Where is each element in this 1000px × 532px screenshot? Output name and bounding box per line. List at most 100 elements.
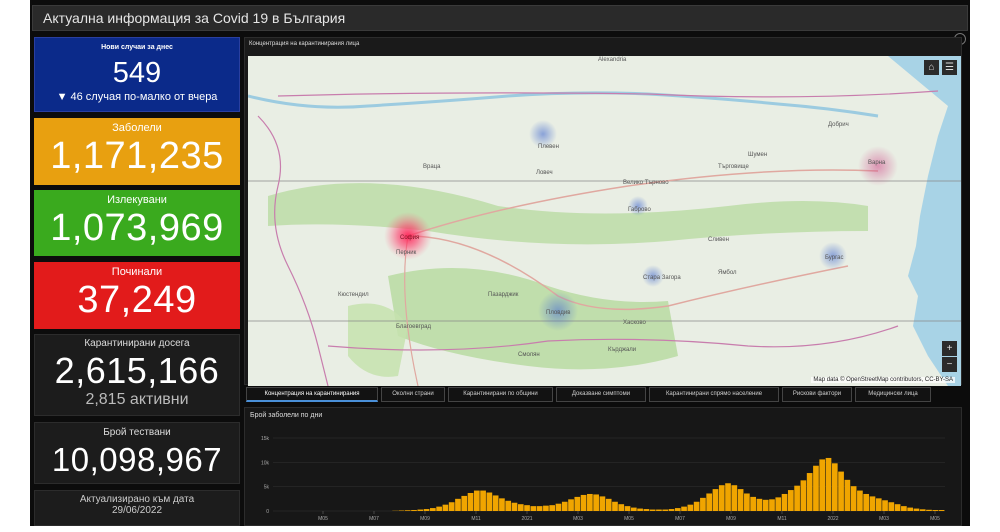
chart-bar[interactable] — [430, 508, 436, 511]
chart-bar[interactable] — [474, 491, 480, 511]
chart-bar[interactable] — [587, 494, 593, 511]
tab-quarantine-population[interactable]: Карантинирани спрямо население — [649, 387, 779, 402]
chart-bar[interactable] — [625, 506, 631, 511]
chart-bar[interactable] — [782, 494, 788, 511]
chart-bar[interactable] — [700, 498, 706, 511]
chart-bar[interactable] — [920, 509, 926, 511]
chart-bar[interactable] — [750, 497, 756, 511]
chart-bar[interactable] — [813, 466, 819, 511]
chart-bar[interactable] — [480, 491, 486, 511]
chart-bar[interactable] — [801, 480, 807, 511]
chart-bar[interactable] — [870, 496, 876, 511]
zoom-out-button[interactable]: − — [942, 357, 957, 372]
map-view[interactable]: Alexandria Враца Плевен Велико Търново В… — [248, 56, 961, 386]
chart-bar[interactable] — [845, 480, 851, 511]
chart-bar[interactable] — [675, 508, 681, 511]
tab-risk-factors[interactable]: Рискови фактори — [782, 387, 852, 402]
chart-bar[interactable] — [417, 510, 423, 511]
chart-bar[interactable] — [876, 498, 882, 511]
chart-bar[interactable] — [543, 506, 549, 511]
chart-bar[interactable] — [901, 506, 907, 511]
chart-bar[interactable] — [757, 499, 763, 511]
zoom-in-button[interactable]: + — [942, 341, 957, 356]
chart-bar[interactable] — [719, 485, 725, 511]
chart-bar[interactable] — [531, 506, 537, 511]
chart-bar[interactable] — [468, 493, 474, 511]
chart-bar[interactable] — [819, 459, 825, 511]
chart-bar[interactable] — [631, 508, 637, 511]
chart-bar[interactable] — [593, 494, 599, 511]
chart-bar[interactable] — [499, 498, 505, 511]
chart-bar[interactable] — [606, 499, 612, 511]
chart-bar[interactable] — [731, 485, 737, 511]
chart-bar[interactable] — [424, 509, 430, 511]
chart-bar[interactable] — [581, 495, 587, 511]
chart-bar[interactable] — [838, 472, 844, 511]
map-svg[interactable]: Alexandria Враца Плевен Велико Търново В… — [248, 56, 961, 386]
chart-bar[interactable] — [512, 503, 518, 511]
chart-bar[interactable] — [568, 499, 574, 511]
legend-button[interactable]: ☰ — [942, 60, 957, 75]
chart-bar[interactable] — [826, 458, 832, 511]
chart-bar[interactable] — [738, 489, 744, 511]
chart-bar[interactable] — [706, 493, 712, 511]
chart-bar[interactable] — [851, 486, 857, 511]
chart-bar[interactable] — [461, 496, 467, 511]
chart-bar[interactable] — [932, 510, 938, 511]
chart-bar[interactable] — [405, 510, 411, 511]
chart-bar[interactable] — [656, 510, 662, 511]
chart-bar[interactable] — [411, 510, 417, 511]
chart-bar[interactable] — [794, 486, 800, 511]
tab-quarantine-concentration[interactable]: Концентрация на карантинирания — [246, 387, 378, 402]
chart-bar[interactable] — [888, 502, 894, 511]
chart-bar[interactable] — [939, 510, 945, 511]
chart-bar[interactable] — [637, 509, 643, 511]
chart-bar[interactable] — [650, 510, 656, 511]
chart-bar[interactable] — [436, 507, 442, 511]
chart-bar[interactable] — [688, 505, 694, 511]
chart-bar[interactable] — [669, 509, 675, 511]
tab-medical-staff[interactable]: Медицински лица — [855, 387, 931, 402]
chart-bar[interactable] — [449, 502, 455, 511]
tab-quarantine-municipalities[interactable]: Карантинирани по общини — [448, 387, 553, 402]
chart-bar[interactable] — [493, 495, 499, 511]
chart-bar[interactable] — [537, 506, 543, 511]
chart-bar[interactable] — [600, 496, 606, 511]
chart-bar[interactable] — [775, 497, 781, 511]
chart-bar[interactable] — [443, 505, 449, 511]
chart-bar[interactable] — [769, 499, 775, 511]
tab-neighbor-countries[interactable]: Околни страни — [381, 387, 445, 402]
chart-bar[interactable] — [524, 505, 530, 511]
hotspot-varna[interactable] — [858, 146, 898, 186]
chart-bar[interactable] — [832, 463, 838, 511]
chart-bar[interactable] — [713, 489, 719, 511]
chart-bar[interactable] — [857, 491, 863, 511]
chart-bar[interactable] — [549, 505, 555, 511]
chart-bar[interactable] — [907, 508, 913, 511]
chart-bar[interactable] — [487, 493, 493, 511]
chart-bar[interactable] — [662, 510, 668, 511]
chart-bar[interactable] — [681, 507, 687, 511]
chart-bar[interactable] — [882, 500, 888, 511]
map-attribution[interactable]: Map data © OpenStreetMap contributors, C… — [811, 377, 955, 383]
chart-bar[interactable] — [895, 504, 901, 511]
hotspot-gabrovo[interactable] — [628, 196, 648, 216]
chart-bar[interactable] — [914, 509, 920, 511]
home-button[interactable]: ⌂ — [924, 60, 939, 75]
chart-bar[interactable] — [505, 501, 511, 511]
chart-bar[interactable] — [725, 483, 731, 511]
chart-bar[interactable] — [926, 510, 932, 511]
chart-bar[interactable] — [763, 500, 769, 511]
tab-symptoms[interactable]: Доказване симптоми — [556, 387, 646, 402]
chart-bar[interactable] — [455, 499, 461, 511]
chart-bar[interactable] — [518, 504, 524, 511]
chart-bar[interactable] — [556, 504, 562, 511]
chart-bar[interactable] — [562, 502, 568, 511]
chart-bar[interactable] — [863, 494, 869, 511]
chart-bar[interactable] — [807, 473, 813, 511]
chart-bar[interactable] — [644, 509, 650, 511]
chart-bar[interactable] — [612, 502, 618, 511]
chart-bar[interactable] — [788, 490, 794, 511]
chart-bar[interactable] — [744, 493, 750, 511]
chart-bar[interactable] — [618, 504, 624, 511]
